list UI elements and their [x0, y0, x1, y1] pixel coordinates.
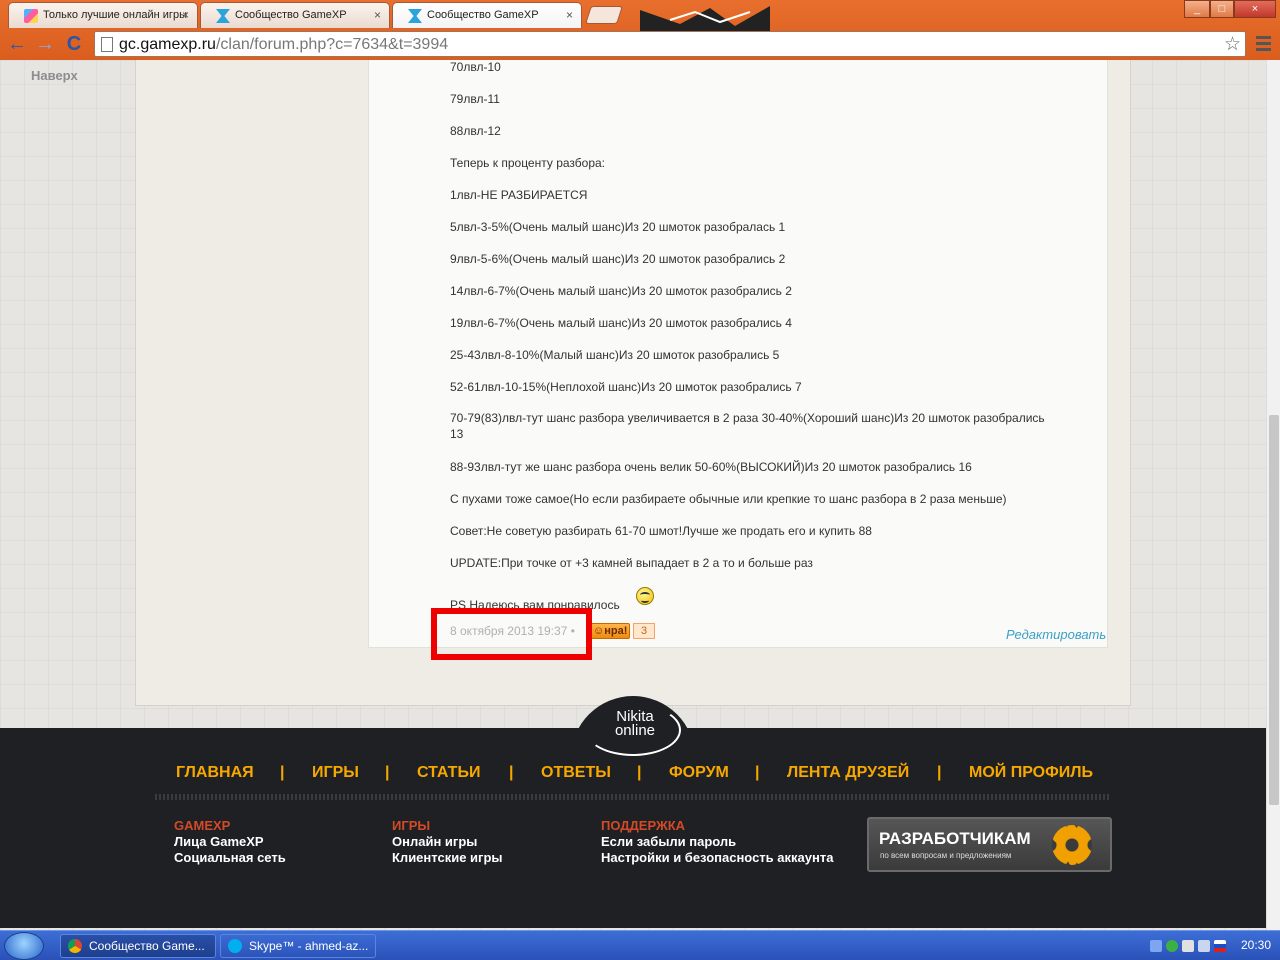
address-url[interactable]: gc.gamexp.ru/clan/forum.php?c=7634&t=399…: [119, 36, 448, 54]
footer-nav-articles[interactable]: СТАТЬИ: [417, 764, 480, 782]
post-line: 52-61лвл-10-15%(Неплохой шанс)Из 20 шмот…: [450, 380, 802, 394]
post-line: 88лвл-12: [450, 124, 501, 138]
system-tray: 20:30: [1140, 931, 1280, 960]
developers-banner-title: РАЗРАБОТЧИКАМ: [879, 829, 1031, 848]
post-line: 70лвл-10: [450, 60, 501, 74]
vertical-scrollbar[interactable]: [1266, 60, 1280, 930]
footer-col-heading: ПОДДЕРЖКА: [601, 818, 686, 833]
like-count: 3: [633, 623, 655, 639]
post-line: 19лвл-6-7%(Очень малый шанс)Из 20 шмоток…: [450, 316, 792, 330]
tab-gamexp-community[interactable]: Сообщество GameXP ×: [200, 2, 390, 28]
bookmark-star-icon[interactable]: ☆: [1224, 33, 1241, 56]
tab-title: Сообщество GameXP: [427, 9, 539, 21]
new-tab-button[interactable]: [585, 6, 623, 24]
post-line: Совет:Не советую разбирать 61-70 шмот!Лу…: [450, 524, 872, 538]
post-line: 5лвл-3-5%(Очень малый шанс)Из 20 шмоток …: [450, 220, 786, 234]
post-line: С пухами тоже самое(Но если разбираете о…: [450, 492, 1007, 506]
windows-taskbar: Сообщество Game... Skype™ - ahmed-az... …: [0, 930, 1280, 960]
tab-title: Сообщество GameXP: [235, 9, 347, 21]
post-line: 9лвл-5-6%(Очень малый шанс)Из 20 шмоток …: [450, 252, 786, 266]
maximize-button[interactable]: □: [1210, 0, 1234, 18]
tab-strip: Только лучшие онлайн игры × Сообщество G…: [0, 0, 1280, 32]
footer-nav-separator: |: [755, 764, 760, 781]
footer-nav-forum[interactable]: ФОРУМ: [669, 764, 729, 782]
task-label: Skype™ - ahmed-az...: [249, 939, 369, 953]
cube-icon: [24, 9, 38, 23]
footer-nav-separator: |: [937, 764, 942, 781]
close-icon[interactable]: ×: [182, 8, 189, 22]
footer-nav-home[interactable]: ГЛАВНАЯ: [176, 764, 254, 782]
post-line: 1лвл-НЕ РАЗБИРАЕТСЯ: [450, 188, 588, 202]
page-icon: [101, 37, 113, 52]
chrome-icon: [68, 939, 82, 953]
browser-toolbar: ← → C gc.gamexp.ru/clan/forum.php?c=7634…: [0, 29, 1280, 60]
footer-col-gamexp: GAMEXP Лица GameXP Социальная сеть: [174, 818, 286, 866]
footer-link-account-security[interactable]: Настройки и безопасность аккаунта: [601, 850, 833, 866]
post-line: 79лвл-11: [450, 92, 500, 106]
taskbar-skype[interactable]: Skype™ - ahmed-az...: [220, 934, 376, 958]
back-button[interactable]: ←: [5, 33, 29, 57]
start-button[interactable]: [4, 932, 44, 960]
post-line: 25-43лвл-8-10%(Малый шанс)Из 20 шмоток р…: [450, 348, 780, 362]
network-icon[interactable]: [1182, 940, 1194, 952]
footer-nav: ГЛАВНАЯ | ИГРЫ | СТАТЬИ | ОТВЕТЫ | ФОРУМ…: [155, 764, 1111, 792]
close-icon[interactable]: ×: [374, 8, 381, 22]
footer-nav-separator: |: [637, 764, 642, 781]
footer-nav-separator: |: [280, 764, 285, 781]
tab-gamexp-community-active[interactable]: Сообщество GameXP ×: [392, 2, 582, 28]
browser-menu-button[interactable]: [1252, 33, 1274, 55]
post-line: 88-93лвл-тут же шанс разбора очень велик…: [450, 460, 972, 474]
highlight-annotation: [431, 608, 592, 660]
gear-icon: [1052, 825, 1092, 865]
developers-banner[interactable]: РАЗРАБОТЧИКАМ по всем вопросам и предлож…: [867, 817, 1112, 872]
footer-nav-separator: |: [509, 764, 514, 781]
footer-col-games: ИГРЫ Онлайн игры Клиентские игры: [392, 818, 502, 866]
page-viewport: Наверх 70лвл-10 79лвл-11 88лвл-12 Теперь…: [0, 60, 1266, 930]
security-icon[interactable]: [1166, 940, 1178, 952]
footer-link-online-games[interactable]: Онлайн игры: [392, 834, 502, 850]
footer-link-forgot-password[interactable]: Если забыли пароль: [601, 834, 833, 850]
smiley-icon: [636, 587, 654, 605]
developers-banner-subtitle: по всем вопросам и предложениям: [880, 851, 1012, 860]
footer-col-heading: ИГРЫ: [392, 818, 431, 833]
taskbar-clock[interactable]: 20:30: [1241, 938, 1271, 952]
close-icon[interactable]: ×: [566, 8, 573, 22]
tab-title: Только лучшие онлайн игры: [43, 9, 187, 21]
skype-icon: [228, 939, 242, 953]
forward-button[interactable]: →: [33, 33, 57, 57]
volume-icon[interactable]: [1198, 940, 1210, 952]
scrollbar-thumb[interactable]: [1269, 415, 1279, 805]
footer-link-faces[interactable]: Лица GameXP: [174, 834, 286, 850]
footer-nav-my-profile[interactable]: МОЙ ПРОФИЛЬ: [969, 764, 1093, 782]
footer-nav-friends-feed[interactable]: ЛЕНТА ДРУЗЕЙ: [787, 764, 909, 782]
edit-post-link[interactable]: Редактировать: [1006, 627, 1106, 642]
footer-col-heading: GAMEXP: [174, 818, 231, 833]
scroll-to-top-link[interactable]: Наверх: [31, 68, 78, 83]
post-line: 70-79(83)лвл-тут шанс разбора увеличивае…: [450, 411, 1045, 441]
browser-frame: Только лучшие онлайн игры × Сообщество G…: [0, 0, 1280, 64]
gamexp-icon: [408, 9, 422, 23]
task-label: Сообщество Game...: [89, 939, 205, 953]
show-hidden-icons-icon[interactable]: [1150, 940, 1162, 952]
taskbar-chrome[interactable]: Сообщество Game...: [60, 934, 216, 958]
footer-col-support: ПОДДЕРЖКА Если забыли пароль Настройки и…: [601, 818, 833, 866]
gamexp-icon: [216, 9, 230, 23]
post-line: 14лвл-6-7%(Очень малый шанс)Из 20 шмоток…: [450, 284, 792, 298]
minimize-button[interactable]: _: [1184, 0, 1210, 18]
like-button[interactable]: ☺нра!: [590, 623, 630, 639]
close-window-button[interactable]: ×: [1234, 0, 1276, 18]
language-flag-icon[interactable]: [1214, 940, 1226, 952]
footer-link-social[interactable]: Социальная сеть: [174, 850, 286, 866]
post-line: UPDATE:При точке от +3 камней выпадает в…: [450, 556, 813, 570]
reload-button[interactable]: C: [62, 33, 86, 57]
footer-nav-answers[interactable]: ОТВЕТЫ: [541, 764, 611, 782]
footer-divider: [155, 794, 1111, 800]
footer-nav-separator: |: [385, 764, 390, 781]
tab-online-games[interactable]: Только лучшие онлайн игры ×: [8, 2, 198, 28]
address-bar[interactable]: gc.gamexp.ru/clan/forum.php?c=7634&t=399…: [94, 31, 1246, 57]
footer-link-client-games[interactable]: Клиентские игры: [392, 850, 502, 866]
nikita-online-logo[interactable]: Nikita online: [590, 708, 680, 752]
post-line: Теперь к проценту разбора:: [450, 156, 606, 170]
footer-nav-games[interactable]: ИГРЫ: [312, 764, 359, 782]
